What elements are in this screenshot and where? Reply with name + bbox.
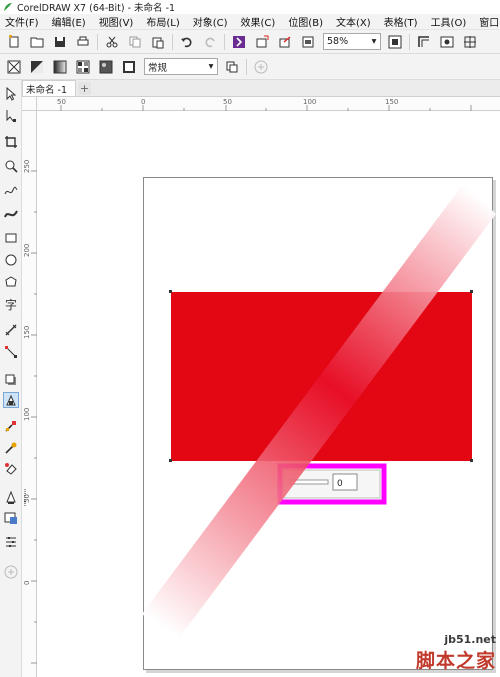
drawing-layer: 0 — [142, 183, 496, 642]
transparency-value: 0 — [337, 479, 343, 489]
coreldraw-window: CorelDRAW X7 (64-Bit) - 未命名 -1 文件(F) 编辑(… — [0, 0, 500, 677]
watermark-url: jb51.net — [444, 633, 496, 646]
watermark: jb51.net 脚本之家 — [416, 633, 496, 673]
watermark-name: 脚本之家 — [415, 650, 496, 672]
